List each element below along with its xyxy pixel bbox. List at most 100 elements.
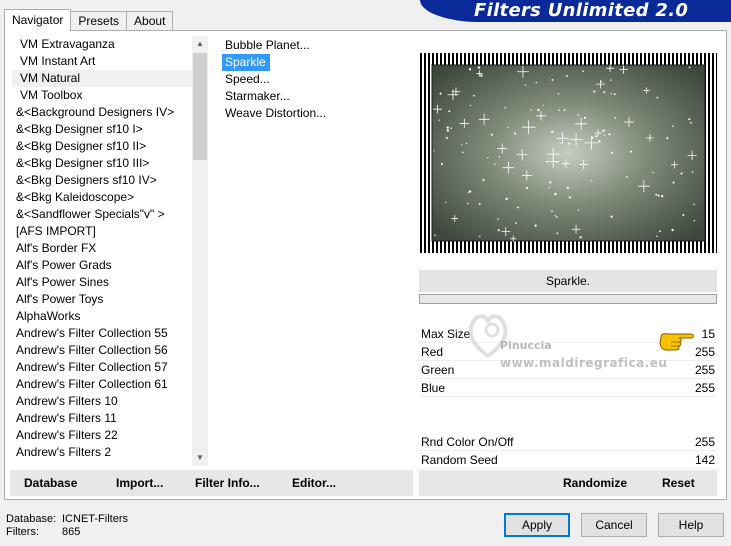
param-value[interactable]: 15 [702, 325, 715, 343]
sparkle-dot [478, 202, 481, 205]
sparkle-dot [591, 180, 593, 182]
sparkle-dot [433, 150, 435, 152]
category-item[interactable]: Andrew's Filters 11 [12, 410, 192, 427]
param-label: Max Size [421, 327, 471, 341]
filter-info-button[interactable]: Filter Info... [195, 476, 260, 490]
sparkle-dot [524, 84, 527, 86]
help-button[interactable]: Help [658, 513, 724, 537]
sparkle-dot [595, 135, 598, 138]
scroll-thumb[interactable] [193, 53, 207, 160]
category-item[interactable]: &<Sandflower Specials"v" > [12, 206, 192, 223]
param-label: Green [421, 363, 455, 377]
sparkle-dot [556, 232, 559, 235]
sparkle-dot [610, 215, 613, 218]
param-rnd-color[interactable]: Rnd Color On/Off 255 [419, 433, 717, 451]
sparkle-dot [514, 132, 517, 135]
sparkle-dot [657, 194, 660, 197]
category-item[interactable]: AlphaWorks [12, 308, 192, 325]
sparkle-dot [563, 109, 566, 112]
sparkle-dot [614, 117, 617, 119]
sparkle-dot [652, 172, 654, 174]
category-item[interactable]: Andrew's Filters 2 [12, 444, 192, 461]
sparkle-dot [537, 108, 540, 112]
sparkle-dot [602, 129, 605, 132]
sparkle-dot [480, 74, 483, 77]
sparkle-dot [446, 126, 449, 129]
sparkle-dot [494, 163, 496, 165]
sparkle-dot [507, 126, 509, 129]
category-item[interactable]: VM Natural [12, 70, 192, 87]
filter-item[interactable]: Starmaker... [222, 88, 412, 105]
filter-item-selected[interactable]: Sparkle [222, 54, 270, 71]
sparkle-dot [515, 222, 517, 224]
sparkle-dot [555, 216, 558, 218]
param-value[interactable]: 255 [695, 343, 715, 361]
category-item[interactable]: Alf's Border FX [12, 240, 192, 257]
category-item[interactable]: &<Bkg Kaleidoscope> [12, 189, 192, 206]
sparkle-dot [688, 118, 691, 121]
sparkle-dot [479, 235, 481, 238]
sparkle-dot [613, 93, 616, 96]
category-item[interactable]: Andrew's Filters 22 [12, 427, 192, 444]
sparkle-dot [690, 121, 692, 124]
scroll-up-icon[interactable]: ▲ [192, 36, 208, 52]
sparkle-dot [691, 170, 694, 173]
param-value[interactable]: 142 [695, 451, 715, 469]
category-item[interactable]: Andrew's Filters 10 [12, 393, 192, 410]
database-button[interactable]: Database [24, 476, 77, 490]
filter-item[interactable]: Bubble Planet... [222, 37, 412, 54]
tab-navigator[interactable]: Navigator [4, 9, 72, 31]
sparkle-dot [534, 224, 537, 227]
category-item[interactable]: VM Instant Art [12, 53, 192, 70]
category-item[interactable]: Alf's Power Sines [12, 274, 192, 291]
category-item[interactable]: Alf's Power Grads [12, 257, 192, 274]
param-value[interactable]: 255 [695, 379, 715, 397]
sparkle-dot [440, 162, 443, 165]
category-scrollbar[interactable]: ▲ ▼ [192, 36, 208, 466]
sparkle-dot [482, 179, 485, 182]
import-button[interactable]: Import... [116, 476, 163, 490]
sparkle-dot [551, 210, 553, 213]
cancel-button[interactable]: Cancel [581, 513, 647, 537]
category-item[interactable]: Andrew's Filter Collection 55 [12, 325, 192, 342]
sparkle-dot [535, 81, 538, 84]
sparkle-dot [487, 157, 489, 159]
category-item[interactable]: VM Extravaganza [12, 36, 192, 53]
filter-item[interactable]: Speed... [222, 71, 412, 88]
category-list[interactable]: VM Extravaganza VM Instant Art VM Natural V… [12, 36, 192, 466]
sparkle-dot [611, 151, 614, 154]
sparkle-dot [672, 125, 674, 127]
category-item[interactable]: &<Bkg Designer sf10 II> [12, 138, 192, 155]
sparkle-dot [497, 218, 499, 220]
param-blue[interactable]: Blue 255 [419, 379, 717, 397]
banner-title: Filters Unlimited 2.0 [474, 0, 689, 21]
category-item[interactable]: Andrew's Filter Collection 56 [12, 342, 192, 359]
tab-presets[interactable]: Presets [70, 11, 128, 31]
category-item[interactable]: &<Background Designers IV> [12, 104, 192, 121]
category-item[interactable]: [AFS IMPORT] [12, 223, 192, 240]
sparkle-dot [626, 176, 628, 178]
param-value[interactable]: 255 [695, 433, 715, 451]
category-item[interactable]: &<Bkg Designer sf10 III> [12, 155, 192, 172]
category-item[interactable]: VM Toolbox [12, 87, 192, 104]
randomize-button[interactable]: Randomize [563, 476, 627, 490]
editor-button[interactable]: Editor... [292, 476, 336, 490]
category-item[interactable]: Andrew's Filter Collection 61 [12, 376, 192, 393]
sparkle-dot [551, 79, 554, 81]
sparkle-dot [462, 151, 464, 154]
apply-button[interactable]: Apply [504, 513, 570, 537]
param-random-seed[interactable]: Random Seed 142 [419, 451, 717, 469]
tab-about[interactable]: About [126, 11, 174, 31]
reset-button[interactable]: Reset [662, 476, 695, 490]
category-item[interactable]: Alf's Power Toys [12, 291, 192, 308]
param-spacer [419, 397, 717, 433]
param-value[interactable]: 255 [695, 361, 715, 379]
sparkle-dot [473, 94, 475, 97]
category-item[interactable]: Andrew's Filter Collection 57 [12, 359, 192, 376]
category-item[interactable]: &<Bkg Designer sf10 I> [12, 121, 192, 138]
filter-item[interactable]: Weave Distortion... [222, 105, 412, 122]
sparkle-dot [601, 81, 603, 83]
scroll-down-icon[interactable]: ▼ [192, 450, 208, 466]
category-item[interactable]: &<Bkg Designers sf10 IV> [12, 172, 192, 189]
sparkle-dot [551, 130, 554, 134]
